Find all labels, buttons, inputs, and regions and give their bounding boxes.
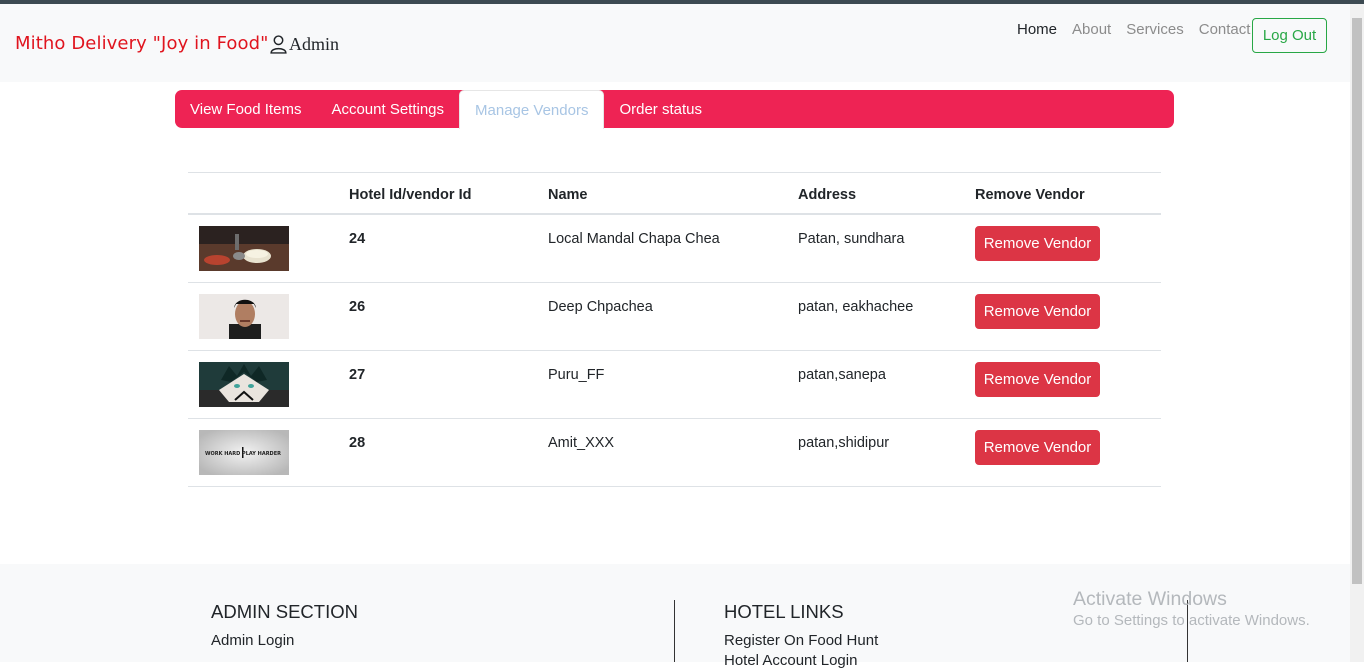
page-scrollbar[interactable] [1350,4,1364,662]
windows-activation-watermark: Activate Windows [1073,588,1227,610]
nav-contact-link[interactable]: Contact [1199,21,1251,38]
nav-services-link[interactable]: Services [1126,21,1184,38]
footer-divider [674,600,675,662]
user-icon [270,35,287,54]
remove-vendor-button[interactable]: Remove Vendor [975,430,1100,465]
vendor-address: patan,sanepa [798,367,886,383]
admin-tab-bar: View Food Items Account Settings Manage … [175,90,1174,129]
admin-section-title: ADMIN SECTION [211,601,358,622]
nav-about-link[interactable]: About [1072,21,1111,38]
remove-vendor-button[interactable]: Remove Vendor [975,294,1100,329]
admin-user-label: Admin [270,34,339,55]
hotel-account-login-link[interactable]: Hotel Account Login [724,652,857,669]
remove-vendor-button[interactable]: Remove Vendor [975,362,1100,397]
vendor-name: Local Mandal Chapa Chea [548,231,720,247]
vendor-id: 28 [349,435,366,451]
tab-account-settings[interactable]: Account Settings [316,90,459,128]
table-header: Hotel Id/vendor Id Name Address Remove V… [188,172,1161,215]
vendor-id: 26 [349,299,366,315]
vendors-table: Hotel Id/vendor Id Name Address Remove V… [188,172,1161,487]
logout-button[interactable]: Log Out [1252,18,1327,53]
vendor-name: Puru_FF [548,367,605,383]
nav-links: Home About Services Contact [1017,21,1265,38]
thumbnail-logo-text: WORK HARD PLAY HARDER [205,451,281,457]
vendor-thumbnail [199,362,289,407]
tab-view-food-items[interactable]: View Food Items [175,90,316,128]
table-row: WORK HARD PLAY HARDER 28 Amit_XXX patan,… [188,419,1161,487]
vendor-id: 27 [349,367,366,383]
header-address: Address [798,187,857,203]
remove-vendor-button[interactable]: Remove Vendor [975,226,1100,261]
windows-activation-hint: Go to Settings to activate Windows. [1073,612,1310,629]
admin-label: Admin [289,34,340,54]
vendor-address: Patan, sundhara [798,231,905,247]
vendor-thumbnail: WORK HARD PLAY HARDER [199,430,289,475]
vendor-address: patan,shidipur [798,435,890,451]
vendor-name: Amit_XXX [548,435,615,451]
table-row: 27 Puru_FF patan,sanepa Remove Vendor [188,351,1161,419]
table-row: 26 Deep Chpachea patan, eakhachee Remove… [188,283,1161,351]
admin-login-link[interactable]: Admin Login [211,632,294,649]
navbar: Mitho Delivery "Joy in Food" Admin Home … [0,4,1350,82]
tab-order-status[interactable]: Order status [604,90,717,128]
header-vendor-id: Hotel Id/vendor Id [349,187,472,203]
table-row: 24 Local Mandal Chapa Chea Patan, sundha… [188,215,1161,283]
vendor-name: Deep Chpachea [548,299,653,315]
vendor-address: patan, eakhachee [798,299,914,315]
header-remove-vendor: Remove Vendor [975,187,1085,203]
vendor-thumbnail [199,294,289,339]
tab-manage-vendors[interactable]: Manage Vendors [459,90,605,129]
vendor-id: 24 [349,231,366,247]
scrollbar-thumb[interactable] [1352,18,1362,584]
header-name: Name [548,187,588,203]
brand-title[interactable]: Mitho Delivery "Joy in Food" [15,33,269,54]
nav-home-link[interactable]: Home [1017,21,1057,38]
vendor-thumbnail [199,226,289,271]
hotel-links-title: HOTEL LINKS [724,601,844,622]
register-link[interactable]: Register On Food Hunt [724,632,878,649]
